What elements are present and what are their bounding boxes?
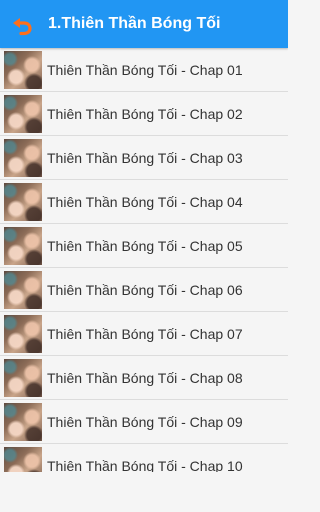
chapter-item-07[interactable]: Thiên Thần Bóng Tối - Chap 07 — [0, 312, 288, 356]
chapter-label: Thiên Thần Bóng Tối - Chap 01 — [47, 61, 243, 78]
chapter-thumbnail — [4, 226, 42, 265]
chapter-item-02[interactable]: Thiên Thần Bóng Tối - Chap 02 — [0, 92, 288, 136]
chapter-thumbnail — [4, 182, 42, 221]
chapter-item-10[interactable]: Thiên Thần Bóng Tối - Chap 10 — [0, 444, 288, 472]
chapter-item-08[interactable]: Thiên Thần Bóng Tối - Chap 08 — [0, 356, 288, 400]
chapter-item-09[interactable]: Thiên Thần Bóng Tối - Chap 09 — [0, 400, 288, 444]
page-title: 1.Thiên Thần Bóng Tối — [48, 15, 221, 32]
chapter-label: Thiên Thần Bóng Tối - Chap 10 — [47, 457, 243, 473]
chapter-thumbnail — [4, 402, 42, 441]
chapter-thumbnail — [4, 94, 42, 133]
back-button[interactable] — [0, 0, 44, 48]
chapter-thumbnail — [4, 314, 42, 353]
chapter-list: Thiên Thần Bóng Tối - Chap 01 Thiên Thần… — [0, 48, 288, 472]
chapter-thumbnail — [4, 270, 42, 309]
chapter-label: Thiên Thần Bóng Tối - Chap 02 — [47, 105, 243, 122]
undo-arrow-icon — [10, 12, 34, 36]
chapter-thumbnail — [4, 358, 42, 397]
chapter-label: Thiên Thần Bóng Tối - Chap 08 — [47, 369, 243, 386]
chapter-item-06[interactable]: Thiên Thần Bóng Tối - Chap 06 — [0, 268, 288, 312]
chapter-item-05[interactable]: Thiên Thần Bóng Tối - Chap 05 — [0, 224, 288, 268]
chapter-item-01[interactable]: Thiên Thần Bóng Tối - Chap 01 — [0, 48, 288, 92]
empty-bottom-area — [0, 472, 288, 512]
app-screen: 1.Thiên Thần Bóng Tối Thiên Thần Bóng Tố… — [0, 0, 288, 512]
chapter-thumbnail — [4, 138, 42, 177]
chapter-label: Thiên Thần Bóng Tối - Chap 09 — [47, 413, 243, 430]
chapter-thumbnail — [4, 50, 42, 89]
chapter-thumbnail — [4, 446, 42, 472]
chapter-label: Thiên Thần Bóng Tối - Chap 05 — [47, 237, 243, 254]
chapter-label: Thiên Thần Bóng Tối - Chap 07 — [47, 325, 243, 342]
app-bar: 1.Thiên Thần Bóng Tối — [0, 0, 288, 48]
chapter-label: Thiên Thần Bóng Tối - Chap 03 — [47, 149, 243, 166]
chapter-label: Thiên Thần Bóng Tối - Chap 06 — [47, 281, 243, 298]
chapter-item-03[interactable]: Thiên Thần Bóng Tối - Chap 03 — [0, 136, 288, 180]
chapter-label: Thiên Thần Bóng Tối - Chap 04 — [47, 193, 243, 210]
chapter-item-04[interactable]: Thiên Thần Bóng Tối - Chap 04 — [0, 180, 288, 224]
